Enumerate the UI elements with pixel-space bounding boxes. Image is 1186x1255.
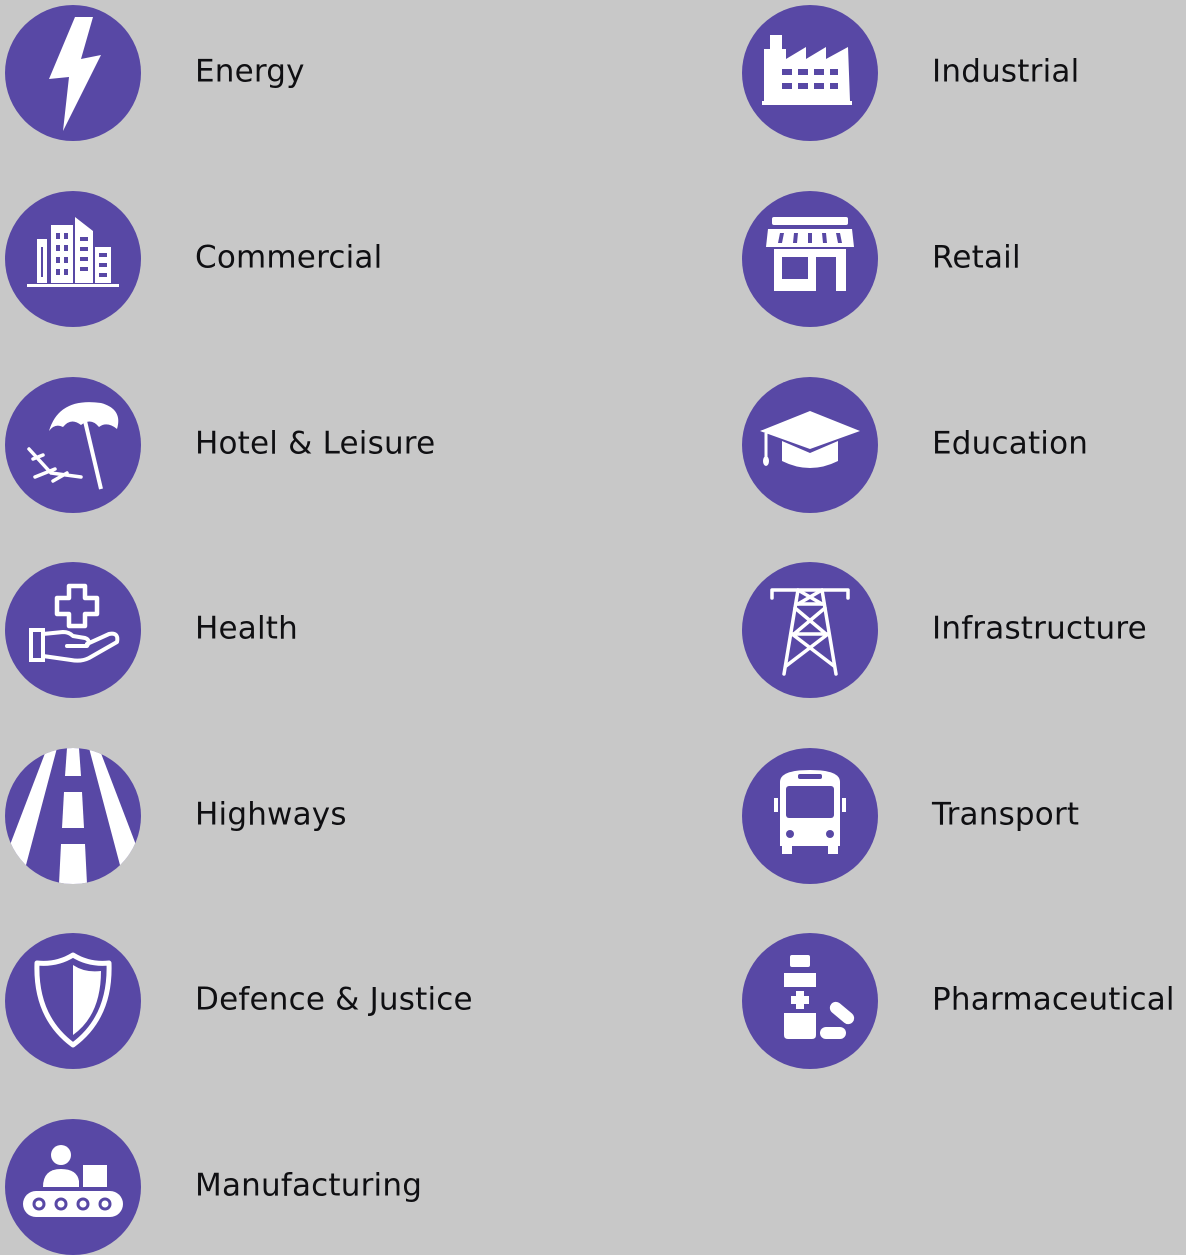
graduation-cap-icon (742, 377, 878, 513)
medical-cross-hand-icon (5, 562, 141, 698)
conveyor-belt-icon (5, 1119, 141, 1255)
sector-label: Hotel & Leisure (195, 425, 436, 462)
medicine-pills-icon (742, 933, 878, 1069)
sector-label: Manufacturing (195, 1167, 423, 1204)
sector-label: Health (195, 610, 298, 647)
pylon-icon (742, 562, 878, 698)
sector-label: Industrial (932, 53, 1080, 90)
sector-label: Energy (195, 53, 305, 90)
sector-label: Highways (195, 796, 347, 833)
office-buildings-icon (5, 191, 141, 327)
sector-label: Commercial (195, 239, 383, 276)
sector-label: Infrastructure (932, 610, 1147, 647)
beach-umbrella-icon (5, 377, 141, 513)
sector-label: Defence & Justice (195, 981, 473, 1018)
shield-icon (5, 933, 141, 1069)
road-icon (5, 748, 141, 884)
sector-label: Retail (932, 239, 1021, 276)
factory-icon (742, 5, 878, 141)
lightning-bolt-icon (5, 5, 141, 141)
bus-icon (742, 748, 878, 884)
storefront-icon (742, 191, 878, 327)
sector-label: Transport (932, 796, 1080, 833)
sector-label: Pharmaceutical (932, 981, 1175, 1018)
sector-label: Education (932, 425, 1089, 462)
